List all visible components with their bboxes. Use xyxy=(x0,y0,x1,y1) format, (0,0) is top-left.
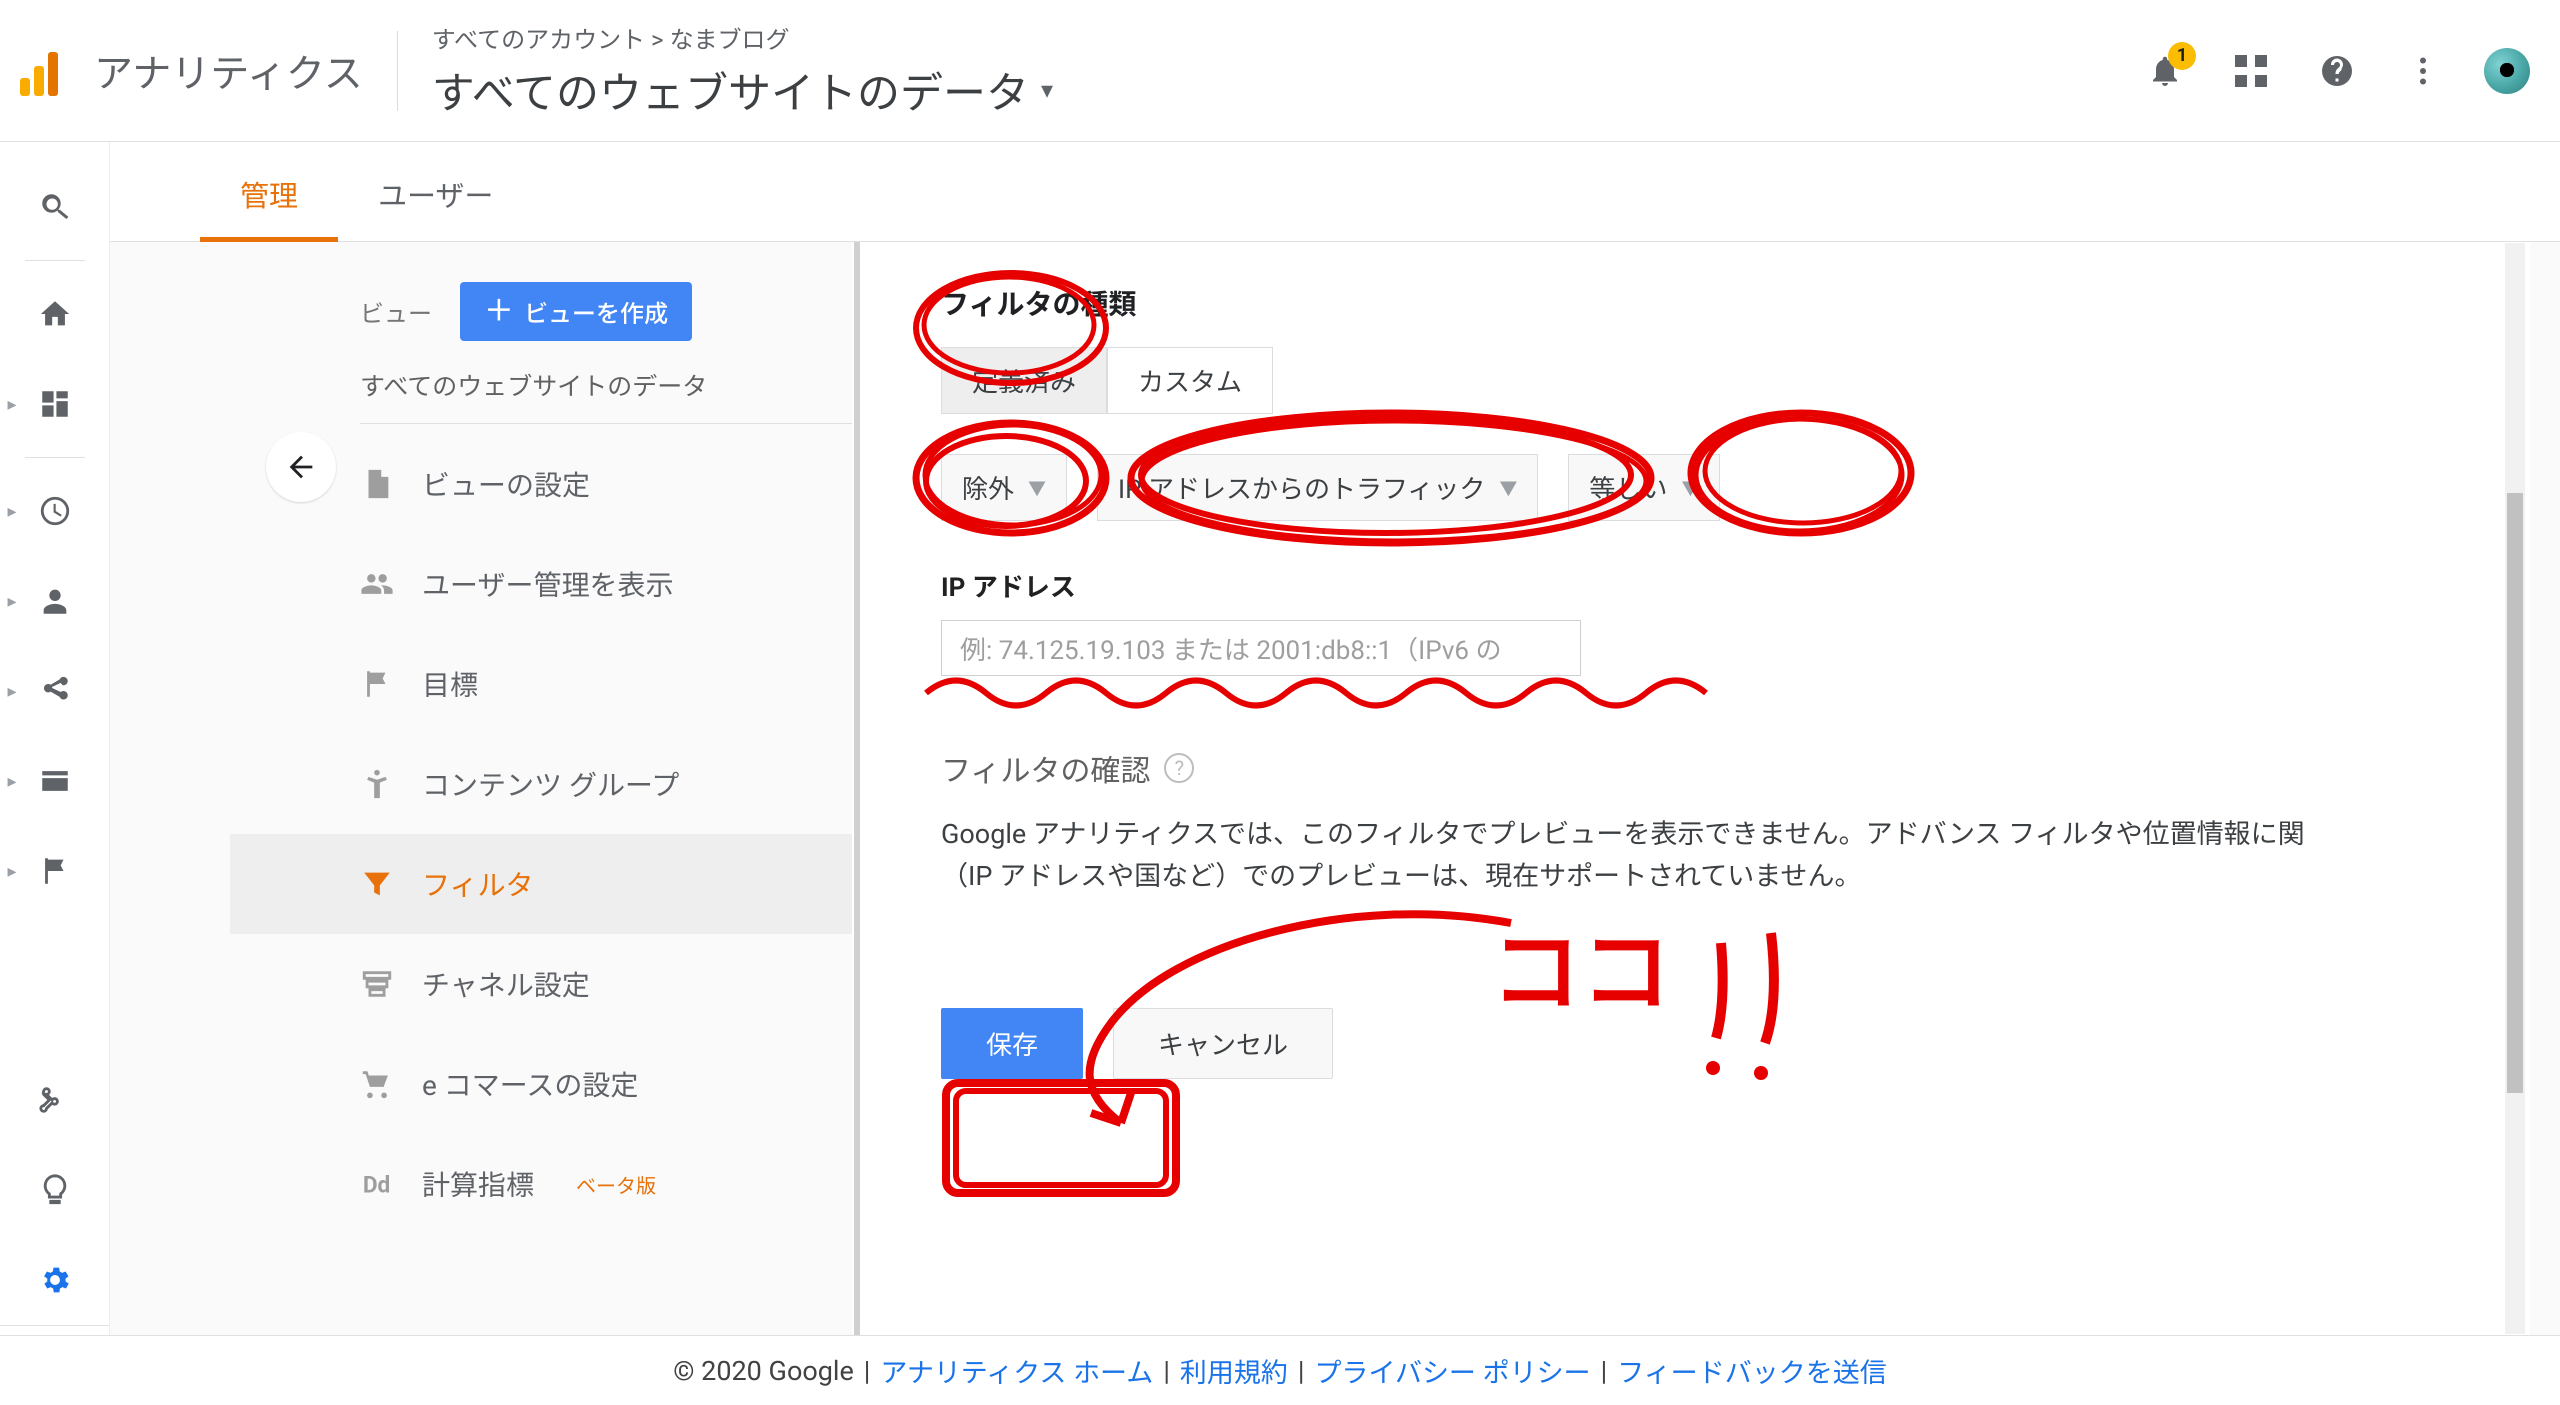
arrow-back-icon xyxy=(284,450,318,484)
people-icon xyxy=(360,567,394,601)
help-icon[interactable]: ? xyxy=(1164,753,1194,783)
more-button[interactable] xyxy=(2398,46,2448,96)
filter-form-panel: フィルタの種類 定義済み カスタム 除外 ▼ IP アドレスからのトラフィック … xyxy=(860,242,2530,1335)
path-icon xyxy=(38,1083,72,1117)
brand[interactable]: アナリティクス xyxy=(20,43,363,99)
page-icon xyxy=(38,764,72,798)
dd-source[interactable]: IP アドレスからのトラフィック ▼ xyxy=(1097,454,1538,521)
avatar[interactable] xyxy=(2484,48,2530,94)
kebab-icon xyxy=(2405,53,2441,89)
share-icon xyxy=(38,674,72,708)
admin-subtabs: 管理 ユーザー xyxy=(0,142,2560,242)
ip-input[interactable]: 例: 74.125.19.103 または 2001:db8::1（IPv6 の xyxy=(941,620,1581,676)
rail-conversions[interactable]: ▸ xyxy=(0,826,110,916)
rail-home[interactable] xyxy=(0,269,110,359)
cart-icon xyxy=(360,1067,394,1101)
ip-placeholder: 例: 74.125.19.103 または 2001:db8::1（IPv6 の xyxy=(960,630,1501,667)
file-icon xyxy=(360,467,394,501)
menu-ecommerce[interactable]: e コマースの設定 xyxy=(230,1034,860,1134)
copyright: © 2020 Google xyxy=(673,1355,854,1387)
chevron-down-icon: ▾ xyxy=(1041,76,1053,104)
help-icon xyxy=(2319,53,2355,89)
rail-acquisition[interactable]: ▸ xyxy=(0,646,110,736)
dd-letters-icon: Dd xyxy=(360,1167,394,1201)
footer-link-privacy[interactable]: プライバシー ポリシー xyxy=(1315,1351,1591,1390)
filter-type-title: フィルタの種類 xyxy=(941,283,2489,323)
create-view-label: ビューを作成 xyxy=(524,294,668,329)
view-column: ビュー ＋ ビューを作成 すべてのウェブサイトのデータ ビューの設定 ユーザー管… xyxy=(230,242,860,1335)
rail-audience[interactable]: ▸ xyxy=(0,556,110,646)
verify-message: Google アナリティクスでは、このフィルタでプレビューを表示できません。アド… xyxy=(941,814,2489,898)
rail-discover[interactable] xyxy=(0,1145,110,1235)
rail-realtime[interactable]: ▸ xyxy=(0,466,110,556)
tab-custom[interactable]: カスタム xyxy=(1107,347,1273,414)
flag-icon xyxy=(38,854,72,888)
product-name: アナリティクス xyxy=(94,43,363,99)
footer-link-tos[interactable]: 利用規約 xyxy=(1180,1351,1288,1390)
bulb-icon xyxy=(38,1173,72,1207)
flag-icon xyxy=(360,667,394,701)
back-button[interactable] xyxy=(266,432,336,502)
tab-admin[interactable]: 管理 xyxy=(200,147,338,241)
menu-calculated-metrics[interactable]: Dd 計算指標 ベータ版 xyxy=(230,1134,860,1234)
app-topbar: アナリティクス すべてのアカウント > なまブログ すべてのウェブサイトのデータ… xyxy=(0,0,2560,142)
tab-predefined[interactable]: 定義済み xyxy=(941,347,1107,414)
rail-admin[interactable] xyxy=(0,1235,110,1325)
left-nav-rail: ▸ ▸ ▸ ▸ ▸ ▸ xyxy=(0,142,110,1405)
breadcrumb: すべてのアカウント > なまブログ xyxy=(432,20,1053,55)
clock-icon xyxy=(38,494,72,528)
help-button[interactable] xyxy=(2312,46,2362,96)
vertical-scrollbar[interactable] xyxy=(2505,243,2525,1334)
chevron-down-icon: ▼ xyxy=(1681,475,1699,501)
menu-goals[interactable]: 目標 xyxy=(230,634,860,734)
admin-area: ビュー ＋ ビューを作成 すべてのウェブサイトのデータ ビューの設定 ユーザー管… xyxy=(110,242,2560,1335)
current-view-name[interactable]: すべてのウェブサイトのデータ xyxy=(230,341,860,423)
cancel-button[interactable]: キャンセル xyxy=(1113,1008,1333,1079)
notification-badge: 1 xyxy=(2168,42,2196,70)
filter-icon xyxy=(360,867,394,901)
chevron-down-icon: ▼ xyxy=(1499,475,1517,501)
analytics-logo-icon xyxy=(20,46,70,96)
person-arms-icon xyxy=(360,767,394,801)
home-icon xyxy=(38,297,72,331)
menu-filters[interactable]: フィルタ xyxy=(230,834,860,934)
notifications-button[interactable]: 1 xyxy=(2140,46,2190,96)
gear-icon xyxy=(38,1263,72,1297)
view-menu: ビューの設定 ユーザー管理を表示 目標 コンテンツ グループ フィルタ チャネル… xyxy=(230,424,860,1234)
scrollbar-thumb[interactable] xyxy=(2507,493,2523,1093)
rail-attribution[interactable] xyxy=(0,1055,110,1145)
rail-behavior[interactable]: ▸ xyxy=(0,736,110,826)
menu-channel[interactable]: チャネル設定 xyxy=(230,934,860,1034)
divider xyxy=(397,31,398,111)
filter-type-tabs: 定義済み カスタム xyxy=(941,347,2489,414)
menu-content-grouping[interactable]: コンテンツ グループ xyxy=(230,734,860,834)
dashboard-icon xyxy=(38,387,72,421)
svg-text:Dd: Dd xyxy=(363,1172,390,1199)
ip-label: IP アドレス xyxy=(941,567,2489,604)
menu-user-mgmt[interactable]: ユーザー管理を表示 xyxy=(230,534,860,634)
channel-icon xyxy=(360,967,394,1001)
tab-user[interactable]: ユーザー xyxy=(338,147,533,241)
search-icon xyxy=(38,190,72,224)
apps-grid-icon xyxy=(2235,55,2267,87)
apps-button[interactable] xyxy=(2226,46,2276,96)
beta-badge: ベータ版 xyxy=(576,1170,656,1199)
rail-customization[interactable]: ▸ xyxy=(0,359,110,449)
view-column-label: ビュー xyxy=(360,294,432,329)
account-picker[interactable]: すべてのアカウント > なまブログ すべてのウェブサイトのデータ ▾ xyxy=(432,20,1053,121)
footer-link-home[interactable]: アナリティクス ホーム xyxy=(880,1351,1153,1390)
rail-search[interactable] xyxy=(0,162,110,252)
footer: © 2020 Google | アナリティクス ホーム | 利用規約 | プライ… xyxy=(0,1335,2560,1405)
footer-link-feedback[interactable]: フィードバックを送信 xyxy=(1617,1351,1886,1390)
save-button[interactable]: 保存 xyxy=(941,1008,1083,1079)
person-icon xyxy=(38,584,72,618)
dd-match[interactable]: 等しい ▼ xyxy=(1568,454,1720,521)
column-resize-handle[interactable] xyxy=(852,242,860,1335)
dd-include-exclude[interactable]: 除外 ▼ xyxy=(941,454,1067,521)
create-view-button[interactable]: ＋ ビューを作成 xyxy=(460,282,692,341)
view-name: すべてのウェブサイトのデータ xyxy=(432,59,1029,121)
chevron-down-icon: ▼ xyxy=(1028,475,1046,501)
verify-title: フィルタの確認 xyxy=(941,746,1150,790)
